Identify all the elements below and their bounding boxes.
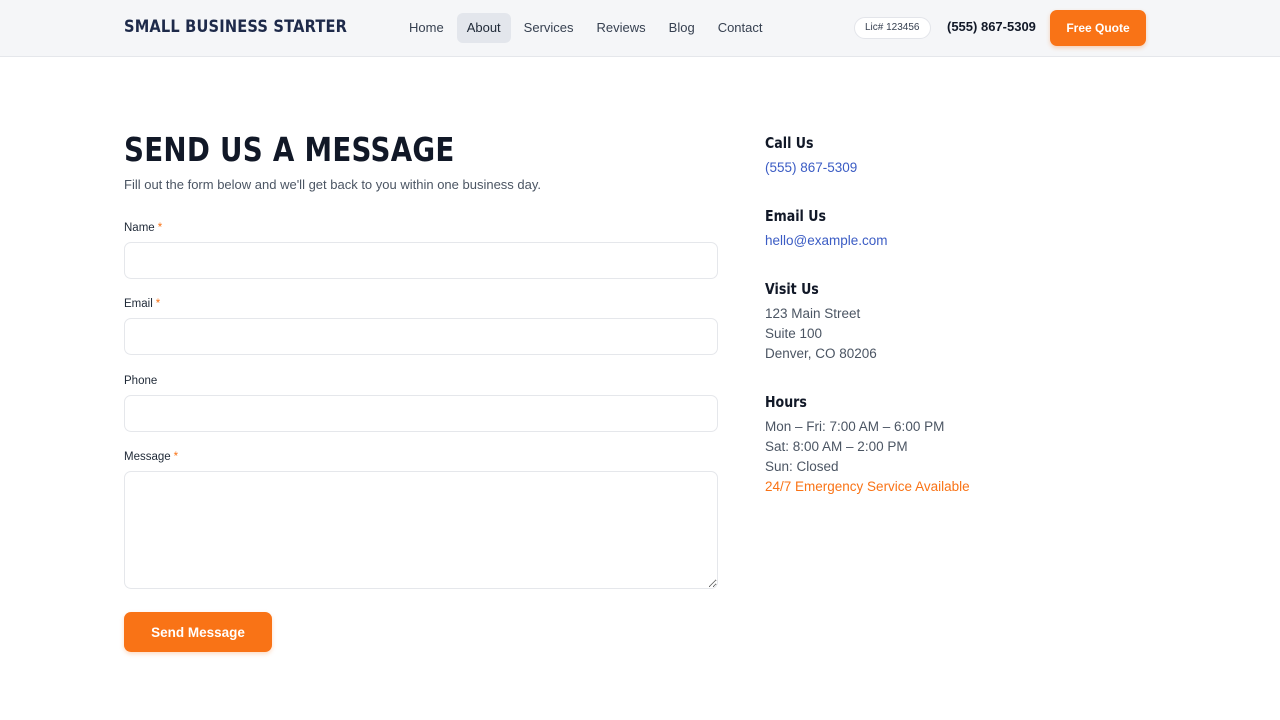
header-phone-link[interactable]: (555) 867-5309 <box>947 19 1036 34</box>
visit-us-heading: Visit Us <box>765 280 819 298</box>
address-line: Denver, CO 80206 <box>765 346 877 361</box>
main-nav: Home About Services Reviews Blog Contact <box>399 13 776 43</box>
nav-item-services[interactable]: Services <box>514 13 584 43</box>
required-marker: * <box>157 222 163 234</box>
nav-item-reviews[interactable]: Reviews <box>587 13 656 43</box>
address-line: Suite 100 <box>765 326 823 341</box>
required-marker: * <box>173 451 179 463</box>
hours-heading: Hours <box>765 393 807 411</box>
hours-line: Sat: 8:00 AM – 2:00 PM <box>765 439 908 454</box>
email-input[interactable] <box>124 318 718 355</box>
nav-item-home[interactable]: Home <box>399 13 454 43</box>
message-label: Message * <box>124 451 179 463</box>
email-us-link[interactable]: hello@example.com <box>765 233 888 248</box>
form-subtitle: Fill out the form below and we'll get ba… <box>124 177 542 192</box>
hours-line: Sun: Closed <box>765 459 839 474</box>
name-input[interactable] <box>124 242 718 279</box>
phone-input[interactable] <box>124 395 718 432</box>
license-badge: Lic# 123456 <box>854 17 931 39</box>
free-quote-button[interactable]: Free Quote <box>1050 10 1146 46</box>
required-marker: * <box>155 298 161 310</box>
brand-logo[interactable]: SMALL BUSINESS STARTER <box>124 17 347 37</box>
email-label: Email * <box>124 298 161 310</box>
nav-item-about[interactable]: About <box>456 13 511 43</box>
hours-line: Mon – Fri: 7:00 AM – 6:00 PM <box>765 419 945 434</box>
nav-item-contact[interactable]: Contact <box>708 13 773 43</box>
nav-item-blog[interactable]: Blog <box>659 13 705 43</box>
call-us-heading: Call Us <box>765 134 814 152</box>
site-header: SMALL BUSINESS STARTER Home About Servic… <box>0 0 1280 57</box>
email-us-heading: Email Us <box>765 207 827 225</box>
address-line: 123 Main Street <box>765 306 861 321</box>
send-message-button[interactable]: Send Message <box>124 612 272 652</box>
call-us-phone-link[interactable]: (555) 867-5309 <box>765 160 857 175</box>
phone-label: Phone <box>124 375 158 387</box>
message-textarea[interactable] <box>124 471 718 589</box>
form-title: SEND US A MESSAGE <box>124 130 455 169</box>
name-label: Name * <box>124 222 163 234</box>
emergency-service-note: 24/7 Emergency Service Available <box>765 479 970 494</box>
